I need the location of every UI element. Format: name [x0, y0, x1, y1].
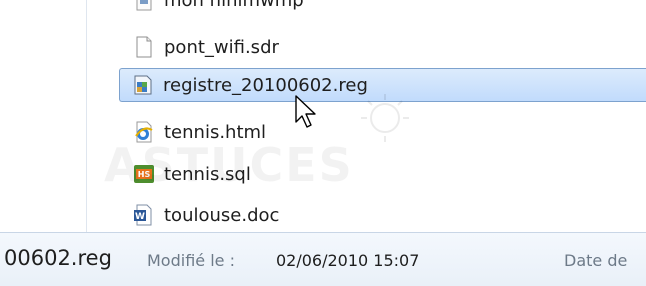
- file-name: registre_20100602.reg: [163, 74, 368, 96]
- svg-text:W: W: [135, 212, 145, 222]
- file-row-mon-hihimwmp[interactable]: mon hihimwmp: [120, 0, 304, 17]
- modified-value: 02/06/2010 15:07: [276, 251, 420, 270]
- registry-file-icon: [134, 75, 152, 95]
- mouse-cursor-icon: [295, 95, 316, 128]
- selected-file-name: 00602.reg: [4, 246, 112, 270]
- file-row-pont-wifi-sdr[interactable]: pont_wifi.sdr: [120, 30, 279, 64]
- svg-text:HS: HS: [138, 170, 151, 179]
- file-row-tennis-html[interactable]: tennis.html: [120, 115, 266, 149]
- file-list[interactable]: mon hihimwmp pont_wifi.sdr registre_2010…: [87, 0, 646, 232]
- file-row-tennis-sql[interactable]: HS tennis.sql: [120, 157, 251, 191]
- file-name: tennis.sql: [164, 163, 251, 185]
- blank-file-icon: [136, 36, 152, 58]
- file-name: tennis.html: [164, 121, 267, 143]
- word-doc-icon: W: [134, 204, 152, 226]
- date-label: Date de: [564, 251, 628, 270]
- details-pane: 00602.reg Modifié le : 02/06/2010 15:07 …: [0, 232, 646, 286]
- modified-label: Modifié le :: [147, 251, 235, 270]
- navigation-pane[interactable]: [0, 0, 86, 232]
- file-name: toulouse.doc: [164, 204, 280, 226]
- hs-sql-icon: HS: [134, 165, 154, 183]
- file-row-registre-reg[interactable]: registre_20100602.reg: [119, 68, 646, 102]
- file-name: mon hihimwmp: [164, 0, 304, 11]
- ie-html-icon: [135, 121, 153, 143]
- media-file-icon: [136, 0, 152, 11]
- file-row-toulouse-doc[interactable]: W toulouse.doc: [120, 198, 279, 232]
- file-name: pont_wifi.sdr: [164, 36, 279, 58]
